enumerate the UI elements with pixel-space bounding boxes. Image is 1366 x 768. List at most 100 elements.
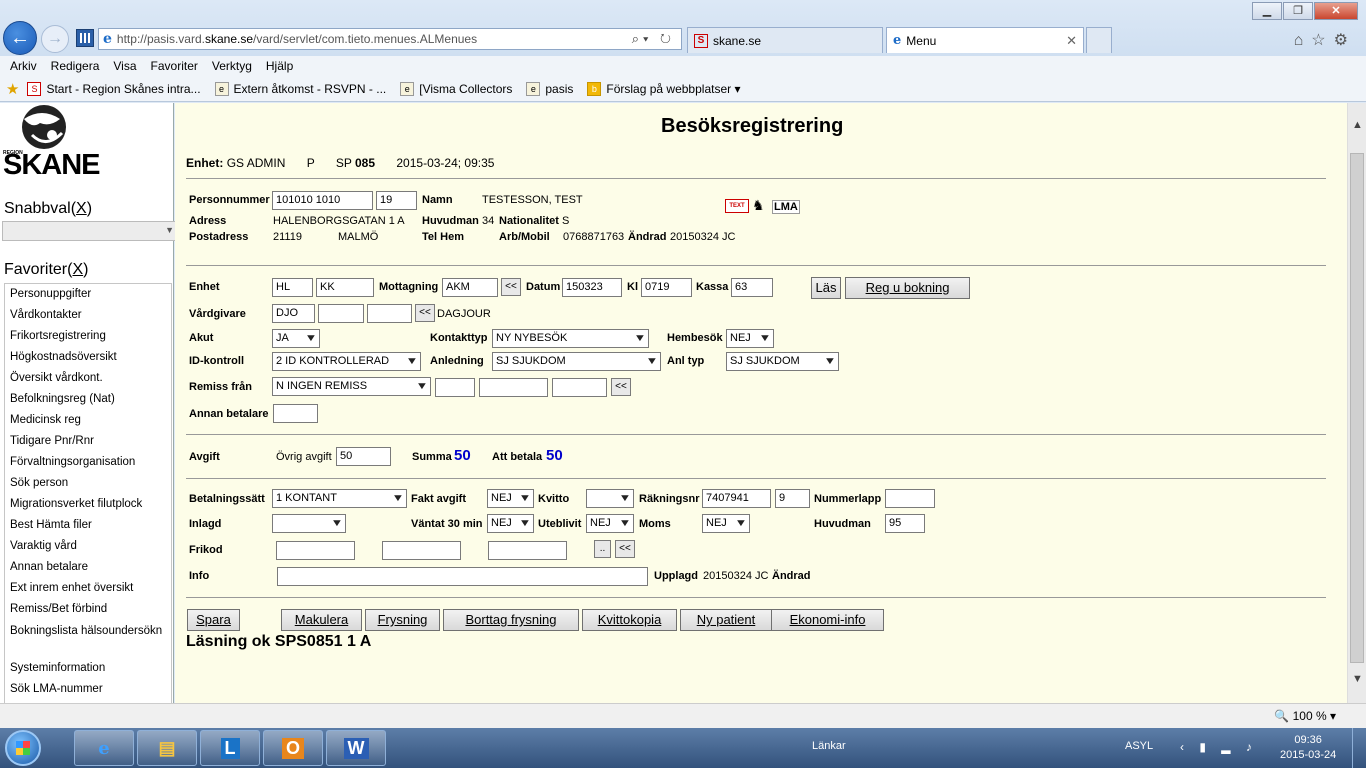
text-note-icon[interactable]: TEXT (725, 199, 749, 213)
vardgivare-lookup-button[interactable]: << (415, 304, 435, 322)
list-item[interactable]: Migrationsverket filutplock (5, 494, 171, 515)
close-window-button[interactable]: ✕ (1314, 2, 1358, 20)
tab-skane[interactable]: S skane.se (687, 27, 883, 53)
list-item[interactable]: Ext inrem enhet översikt (5, 578, 171, 599)
enhet-field-1[interactable]: HL (272, 278, 313, 297)
ovrig-avgift-field[interactable]: 50 (336, 447, 391, 466)
scroll-down-icon[interactable]: ▼ (1352, 673, 1363, 685)
menu-arkiv[interactable]: Arkiv (10, 59, 37, 73)
tab-menu[interactable]: e Menu ✕ (886, 27, 1084, 53)
list-item[interactable]: Sök person (5, 473, 171, 494)
list-item[interactable]: Översikt vårdkont. (5, 368, 171, 389)
nummerlapp-field[interactable] (885, 489, 935, 508)
favorite-link[interactable]: b Förslag på webbplatser ▾ (587, 81, 740, 96)
spara-button[interactable]: Spara (187, 609, 240, 631)
clock[interactable]: 09:36 2015-03-24 (1280, 733, 1336, 763)
zoom-level[interactable]: 🔍 100 % ▾ (1274, 709, 1336, 723)
list-item[interactable]: Tidigare Pnr/Rnr (5, 431, 171, 452)
favorite-link[interactable]: e [Visma Collectors (400, 81, 512, 96)
enhet-field-2[interactable]: KK (316, 278, 374, 297)
info-field[interactable] (277, 567, 648, 586)
mottagning-field[interactable]: AKM (442, 278, 498, 297)
favorites-star-icon[interactable]: ★ (6, 80, 19, 98)
minimize-button[interactable]: ▁ (1252, 2, 1282, 20)
remiss-field-2[interactable] (479, 378, 548, 397)
lma-icon[interactable]: LMA (772, 200, 800, 214)
favorite-link[interactable]: e Extern åtkomst - RSVPN - ... (214, 81, 386, 96)
remiss-field-3[interactable] (552, 378, 607, 397)
vertical-scrollbar[interactable]: ▲ ▼ (1347, 103, 1366, 703)
frikod-field-2[interactable] (382, 541, 461, 560)
favorite-link[interactable]: S Start - Region Skånes intra... (27, 81, 201, 96)
list-item[interactable]: Varaktig vård (5, 536, 171, 557)
snabbval-close-link[interactable]: X (76, 200, 87, 217)
frikod-lookup-button[interactable]: << (615, 540, 635, 558)
datum-field[interactable]: 150323 (562, 278, 622, 297)
show-desktop-button[interactable] (1352, 728, 1366, 768)
betalningssatt-select[interactable]: 1 KONTANT (272, 489, 407, 508)
home-star-gear-icons[interactable]: ⌂☆⚙ (1294, 30, 1356, 50)
taskbar-ie-icon[interactable]: e (74, 730, 134, 766)
menu-favoriter[interactable]: Favoriter (151, 59, 198, 73)
list-item[interactable]: Högkostnadsöversikt (5, 347, 171, 368)
taskbar-word-icon[interactable]: W (326, 730, 386, 766)
frikod-field-1[interactable] (276, 541, 355, 560)
kl-field[interactable]: 0719 (641, 278, 692, 297)
list-item[interactable]: Best Hämta filer (5, 515, 171, 536)
frikod-dots-button[interactable]: .. (594, 540, 611, 558)
close-tab-icon[interactable]: ✕ (1066, 33, 1077, 49)
anltyp-select[interactable]: SJ SJUKDOM (726, 352, 839, 371)
favoriter-close-link[interactable]: X (72, 261, 83, 278)
menu-visa[interactable]: Visa (113, 59, 136, 73)
vantat-select[interactable]: NEJ (487, 514, 534, 533)
pnr-check-field[interactable]: 19 (376, 191, 417, 210)
akut-select[interactable]: JA (272, 329, 320, 348)
ny-patient-button[interactable]: Ny patient (680, 609, 772, 631)
snabbval-select[interactable]: ▼ (2, 221, 179, 241)
menu-redigera[interactable]: Redigera (51, 59, 100, 73)
remiss-field-1[interactable] (435, 378, 475, 397)
tray-asyl[interactable]: ASYL (1125, 740, 1153, 752)
list-item[interactable]: Systeminformation (5, 658, 171, 679)
address-bar[interactable]: e http://pasis.vard. skane.se/vard/servle… (98, 28, 682, 50)
moms-select[interactable]: NEJ (702, 514, 750, 533)
reg-u-bokning-button[interactable]: Reg u bokning (845, 277, 970, 299)
fakt-avgift-select[interactable]: NEJ (487, 489, 534, 508)
search-refresh-icons[interactable]: ⌕▾ ↻ (632, 31, 675, 47)
kvitto-select[interactable] (586, 489, 634, 508)
scroll-up-icon[interactable]: ▲ (1352, 119, 1363, 131)
vardgivare-field-3[interactable] (367, 304, 412, 323)
list-item[interactable]: Frikortsregistrering (5, 326, 171, 347)
rakningsnr-check-field[interactable]: 9 (775, 489, 810, 508)
huvudman-field[interactable]: 95 (885, 514, 925, 533)
taskbar-lync-icon[interactable]: L (200, 730, 260, 766)
remiss-select[interactable]: N INGEN REMISS (272, 377, 431, 396)
annan-betalare-field[interactable] (273, 404, 318, 423)
rakningsnr-field[interactable]: 7407941 (702, 489, 771, 508)
mottagning-lookup-button[interactable]: << (501, 278, 521, 296)
makulera-button[interactable]: Makulera (281, 609, 362, 631)
tray-icons[interactable]: ‹ ▮ ▂ ♪ (1180, 740, 1258, 754)
list-item[interactable]: Vårdkontakter (5, 305, 171, 326)
back-button[interactable]: ← (3, 21, 37, 55)
kontakttyp-select[interactable]: NY NYBESÖK (492, 329, 649, 348)
pnr-field[interactable]: 101010 1010 (272, 191, 373, 210)
horse-icon[interactable]: ♞ (752, 197, 765, 214)
restore-button[interactable]: ❐ (1283, 2, 1313, 20)
forward-button[interactable]: → (41, 25, 69, 53)
hembesok-select[interactable]: NEJ (726, 329, 774, 348)
start-button[interactable] (5, 730, 41, 766)
uteblivit-select[interactable]: NEJ (586, 514, 634, 533)
list-item[interactable]: Förvaltningsorganisation (5, 452, 171, 473)
list-item[interactable]: Remiss/Bet förbind (5, 599, 171, 620)
vardgivare-field[interactable]: DJO (272, 304, 315, 323)
tray-links[interactable]: Länkar (812, 740, 846, 752)
ekonomi-info-button[interactable]: Ekonomi-info (771, 609, 884, 631)
kvittokopia-button[interactable]: Kvittokopia (582, 609, 677, 631)
borttag-frysning-button[interactable]: Borttag frysning (443, 609, 579, 631)
frikod-field-3[interactable] (488, 541, 567, 560)
kassa-field[interactable]: 63 (731, 278, 773, 297)
list-item[interactable]: Befolkningsreg (Nat) (5, 389, 171, 410)
vardgivare-field-2[interactable] (318, 304, 364, 323)
menu-hjalp[interactable]: Hjälp (266, 59, 293, 73)
